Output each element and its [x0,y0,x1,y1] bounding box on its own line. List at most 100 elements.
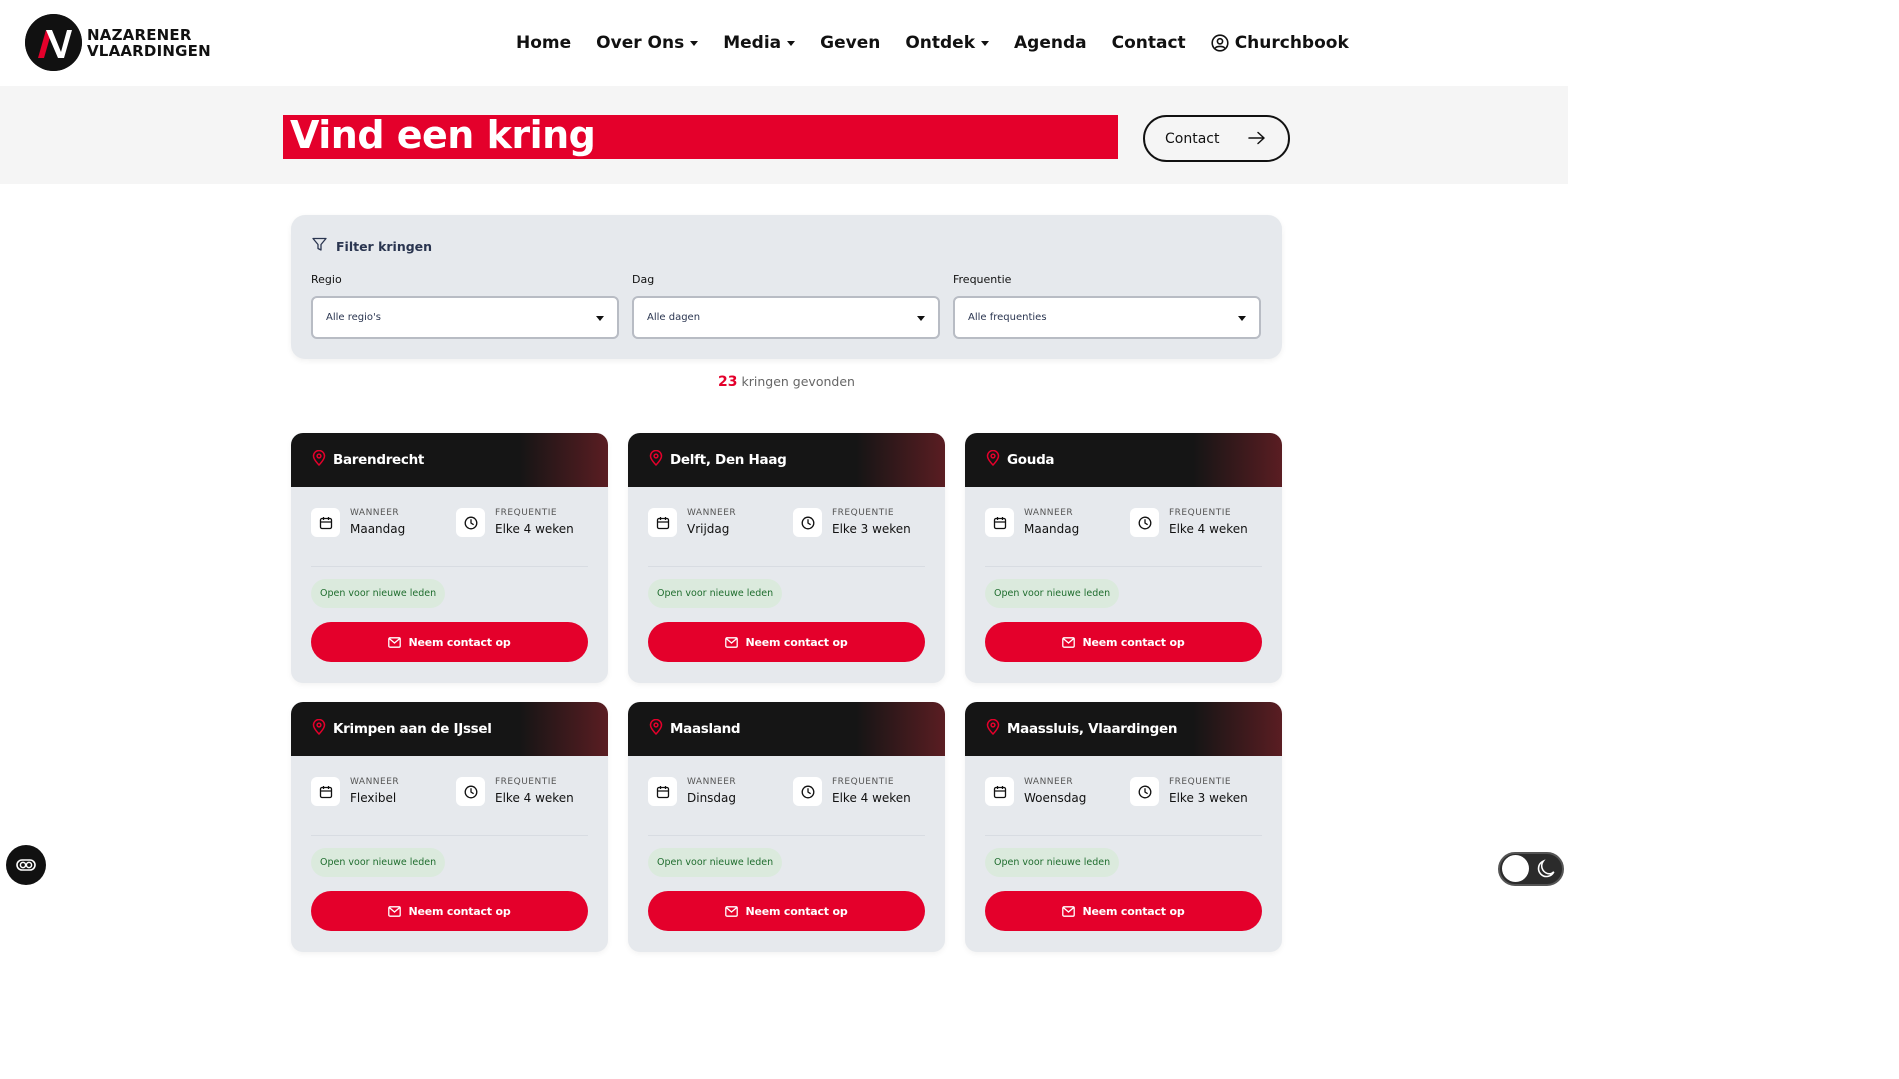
map-pin-icon [649,718,663,739]
frequency-label: FREQUENTIE [1169,777,1232,787]
kring-card-body: WANNEER Maandag FREQUENTIE Elke 4 weken … [965,487,1282,683]
frequency-label: FREQUENTIE [1169,508,1232,518]
kring-card-header: Barendrecht [291,433,608,487]
when-value: Maandag [1024,522,1080,536]
theme-toggle[interactable] [1498,852,1564,886]
frequency-info: FREQUENTIE Elke 4 weken [456,777,574,806]
frequency-info: FREQUENTIE Elke 3 weken [1130,777,1248,806]
frequency-info: FREQUENTIE Elke 4 weken [793,777,911,806]
when-label: WANNEER [687,508,737,518]
kring-card-body: WANNEER Dinsdag FREQUENTIE Elke 4 weken … [628,756,945,952]
filter-heading-label: Filter kringen [336,239,433,254]
page-title-bar: Vind een kring [283,113,1118,159]
kring-title: Krimpen aan de IJssel [333,721,492,737]
page-hero: Vind een kring Contact [0,86,1568,184]
map-pin-icon [312,449,326,470]
when-info: WANNEER Maandag [985,508,1079,537]
mail-icon [388,636,402,648]
when-info: WANNEER Vrijdag [648,508,736,537]
when-value: Flexibel [350,791,397,805]
clock-icon [793,508,822,537]
mail-icon [1062,905,1076,917]
status-badge: Open voor nieuwe leden [985,579,1120,608]
when-value: Woensdag [1024,791,1087,805]
contact-kring-label: Neem contact op [745,904,848,918]
frequency-value: Elke 4 weken [495,791,574,805]
kring-card-header: Krimpen aan de IJssel [291,702,608,756]
calendar-icon [648,508,677,537]
when-info: WANNEER Dinsdag [648,777,736,806]
nav-item-media[interactable]: Media [723,33,796,53]
contact-kring-button[interactable]: Neem contact op [311,622,588,662]
logo-line-2: VLAARDINGEN [87,41,211,60]
frequency-value: Elke 3 weken [1169,791,1248,805]
mail-icon [1062,636,1076,648]
nav-item-home[interactable]: Home [516,33,571,53]
contact-kring-label: Neem contact op [408,635,511,649]
frequency-info: FREQUENTIE Elke 3 weken [793,508,911,537]
kring-card: Maassluis, Vlaardingen WANNEER Woensdag … [965,702,1282,952]
contact-kring-label: Neem contact op [408,904,511,918]
clock-icon [456,508,485,537]
main-nav: Home Over Ons Media Geven Ontdek Agenda … [516,30,1374,56]
kring-card: Maasland WANNEER Dinsdag FREQUENTIE Elke… [628,702,945,952]
card-divider [985,835,1262,836]
when-value: Vrijdag [687,522,730,536]
site-logo[interactable]: NAZARENER VLAARDINGEN [25,14,211,71]
accessibility-button[interactable] [6,845,46,885]
contact-kring-button[interactable]: Neem contact op [648,891,925,931]
frequency-label: FREQUENTIE [495,777,558,787]
chevron-down-icon [690,40,699,46]
clock-icon [456,777,485,806]
nav-item-ontdek[interactable]: Ontdek [905,33,990,53]
kring-card-header: Delft, Den Haag [628,433,945,487]
kring-card: Krimpen aan de IJssel WANNEER Flexibel F… [291,702,608,952]
when-label: WANNEER [687,777,737,787]
nav-item-contact[interactable]: Contact [1112,33,1186,53]
when-value: Maandag [350,522,406,536]
card-divider [311,566,588,567]
clock-icon [1130,777,1159,806]
when-label: WANNEER [350,777,400,787]
kring-card: Delft, Den Haag WANNEER Vrijdag FREQUENT… [628,433,945,683]
mail-icon [725,905,739,917]
nav-label: Media [723,33,782,53]
contact-button-label: Contact [1165,130,1220,147]
contact-kring-button[interactable]: Neem contact op [311,891,588,931]
dag-select[interactable]: Alle dagen [632,296,940,339]
map-pin-icon [312,718,326,739]
results-text: kringen gevonden [741,374,855,389]
logo-line-1: NAZARENER [87,25,192,44]
map-pin-icon [986,718,1000,739]
frequentie-select[interactable]: Alle frequenties [953,296,1261,339]
nav-item-geven[interactable]: Geven [820,33,880,53]
kring-title: Barendrecht [333,452,425,468]
when-label: WANNEER [1024,777,1074,787]
results-count: 23 [718,374,738,390]
accessibility-icon [16,856,36,875]
contact-kring-button[interactable]: Neem contact op [985,622,1262,662]
when-label: WANNEER [1024,508,1074,518]
contact-button[interactable]: Contact [1143,115,1290,162]
regio-select[interactable]: Alle regio's [311,296,619,339]
kring-card-body: WANNEER Woensdag FREQUENTIE Elke 3 weken… [965,756,1282,952]
clock-icon [793,777,822,806]
card-divider [648,566,925,567]
nav-item-agenda[interactable]: Agenda [1014,33,1087,53]
moon-icon [1535,858,1557,884]
chevron-down-icon [596,316,604,321]
nav-item-over-ons[interactable]: Over Ons [596,33,699,53]
filter-label-regio: Regio [311,273,342,286]
nav-item-churchbook[interactable]: Churchbook [1211,33,1349,53]
status-badge: Open voor nieuwe leden [311,579,446,608]
kring-card: Barendrecht WANNEER Maandag FREQUENTIE E… [291,433,608,683]
contact-kring-button[interactable]: Neem contact op [648,622,925,662]
calendar-icon [311,508,340,537]
kring-title: Maassluis, Vlaardingen [1007,721,1178,737]
status-badge: Open voor nieuwe leden [985,848,1120,877]
theme-toggle-knob [1502,855,1529,882]
mail-icon [725,636,739,648]
contact-kring-label: Neem contact op [745,635,848,649]
contact-kring-button[interactable]: Neem contact op [985,891,1262,931]
filter-label-dag: Dag [632,273,655,286]
